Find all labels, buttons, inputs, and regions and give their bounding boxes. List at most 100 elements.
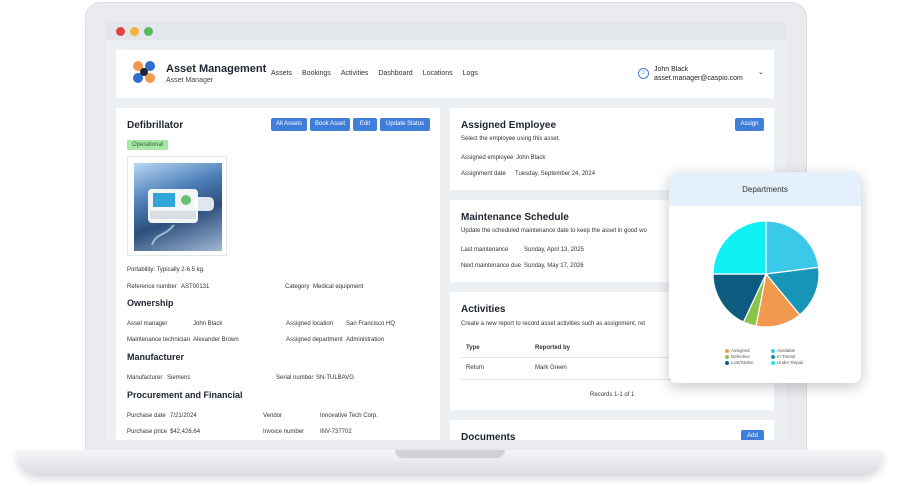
user-email: asset.manager@caspio.com <box>654 75 743 82</box>
legend-label: Defective <box>731 354 750 359</box>
assign-button[interactable]: Assign <box>735 118 764 131</box>
assigned-location-label: Assigned location <box>286 321 334 327</box>
invoice-number-value: INV-737702 <box>320 429 352 435</box>
legend-item-assigned[interactable]: Assigned <box>725 348 750 353</box>
close-dot[interactable] <box>116 27 125 36</box>
portability-text: Portability: Typically 2-6.5 kg. <box>127 267 205 273</box>
legend-swatch <box>725 348 729 353</box>
vendor-value: Innovative Tech Corp. <box>320 413 378 419</box>
purchase-date-label: Purchase date <box>127 413 166 419</box>
status-badge: Operational <box>127 140 169 150</box>
maintenance-technician-label: Maintenance technician <box>127 337 191 343</box>
assigned-location-value: San Francisco HQ <box>346 321 396 327</box>
legend-label: Available <box>777 348 796 353</box>
reference-value: AST00131 <box>181 284 210 290</box>
all-assets-button[interactable]: All Assets <box>271 118 307 131</box>
last-maintenance-label: Last maintenance <box>461 247 509 253</box>
table-divider <box>461 357 691 358</box>
table-row[interactable]: Return Mark Green <box>461 360 691 376</box>
legend-item-under-repair[interactable]: Under Repair <box>771 360 804 365</box>
maintenance-technician-value: Alexander Brown <box>193 337 239 343</box>
assignment-date-label: Assignment date <box>461 171 506 177</box>
update-status-button[interactable]: Update Status <box>380 118 430 131</box>
book-asset-button[interactable]: Book Asset <box>310 118 350 131</box>
assigned-employee-heading: Assigned Employee <box>461 120 557 131</box>
asset-detail-card: Defibrillator All Assets Book Asset Edit… <box>116 108 440 440</box>
legend-swatch <box>771 360 775 365</box>
activities-description: Create a new report to record asset acti… <box>461 321 646 327</box>
vendor-label: Vendor <box>263 413 283 419</box>
user-avatar-icon[interactable]: ☺ <box>638 68 649 79</box>
assigned-department-label: Assigned department <box>286 337 343 343</box>
legend-item-in-transit[interactable]: In Transit <box>771 354 796 359</box>
next-maintenance-value: Sunday, May 17, 2026 <box>524 263 584 269</box>
pie-chart <box>712 220 820 328</box>
defibrillator-image <box>148 189 214 246</box>
asset-title: Defibrillator <box>127 120 184 131</box>
asset-image-frame[interactable] <box>127 156 227 256</box>
column-header-type[interactable]: Type <box>466 345 480 351</box>
invoice-number-label: Invoice number <box>263 429 305 435</box>
documents-card: Documents Add <box>450 420 774 440</box>
assigned-employee-description: Select the employee using this asset. <box>461 136 561 142</box>
legend-label: In Transit <box>777 354 796 359</box>
nav-assets[interactable]: Assets <box>271 70 292 77</box>
purchase-price-value: $42,426.64 <box>170 429 201 435</box>
pie-slice-in-transit[interactable] <box>712 220 767 275</box>
chevron-down-icon[interactable]: ⌄ <box>758 68 764 76</box>
maximize-dot[interactable] <box>144 27 153 36</box>
legend-label: Lost/Stolen <box>731 360 754 365</box>
serial-number-value: SN-TULBAVG <box>316 375 354 381</box>
nav-activities[interactable]: Activities <box>341 70 369 77</box>
column-header-reported-by[interactable]: Reported by <box>535 345 570 351</box>
legend-label: Assigned <box>731 348 750 353</box>
legend-item-available[interactable]: Available <box>771 348 795 353</box>
departments-chart-card: Departments Assigned Available Defective In… <box>669 172 861 383</box>
procurement-heading: Procurement and Financial <box>127 390 243 400</box>
asset-photo <box>134 163 222 251</box>
asset-manager-value: John Black <box>193 321 223 327</box>
app-header: Asset Management Asset Manager Assets Bo… <box>116 50 774 98</box>
serial-number-label: Serial number <box>276 375 314 381</box>
window-titlebar <box>106 22 786 40</box>
pie-slice-available[interactable] <box>765 220 820 275</box>
row-reported-by: Mark Green <box>535 365 567 371</box>
chart-title: Departments <box>742 185 788 194</box>
purchase-date-value: 7/21/2024 <box>170 413 197 419</box>
edit-button[interactable]: Edit <box>353 118 377 131</box>
legend-item-defective[interactable]: Defective <box>725 354 750 359</box>
nav-dashboard[interactable]: Dashboard <box>378 70 412 77</box>
next-maintenance-label: Next maintenance due <box>461 263 522 269</box>
purchase-price-label: Purchase price <box>127 429 168 435</box>
app-logo-icon <box>133 61 155 83</box>
legend-swatch <box>771 348 775 353</box>
nav-logs[interactable]: Logs <box>463 70 478 77</box>
add-document-button[interactable]: Add <box>741 430 764 440</box>
nav-bookings[interactable]: Bookings <box>302 70 331 77</box>
legend-swatch <box>725 354 729 359</box>
nav-locations[interactable]: Locations <box>423 70 453 77</box>
category-value: Medical equipment <box>313 284 364 290</box>
assignment-date-value: Tuesday, September 24, 2024 <box>515 171 596 177</box>
category-label: Category <box>285 284 310 290</box>
user-name: John Black <box>654 66 689 73</box>
minimize-dot[interactable] <box>130 27 139 36</box>
reference-label: Reference number <box>127 284 177 290</box>
legend-swatch <box>771 354 775 359</box>
assigned-employee-value: John Black <box>516 155 546 161</box>
app-subtitle: Asset Manager <box>166 77 214 84</box>
ownership-heading: Ownership <box>127 298 174 308</box>
app-title: Asset Management <box>166 63 267 75</box>
activities-heading: Activities <box>461 304 506 315</box>
assigned-employee-label: Assigned employee <box>461 155 514 161</box>
documents-heading: Documents <box>461 432 516 440</box>
manufacturer-heading: Manufacturer <box>127 352 185 362</box>
table-divider <box>461 379 691 380</box>
records-count: Records 1-1 of 1 <box>590 392 635 398</box>
last-maintenance-value: Sunday, April 13, 2025 <box>524 247 584 253</box>
asset-manager-label: Asset manager <box>127 321 168 327</box>
row-type: Return <box>466 365 485 371</box>
laptop-notch <box>395 450 505 458</box>
legend-item-lost-stolen[interactable]: Lost/Stolen <box>725 360 754 365</box>
maintenance-heading: Maintenance Schedule <box>461 212 569 223</box>
